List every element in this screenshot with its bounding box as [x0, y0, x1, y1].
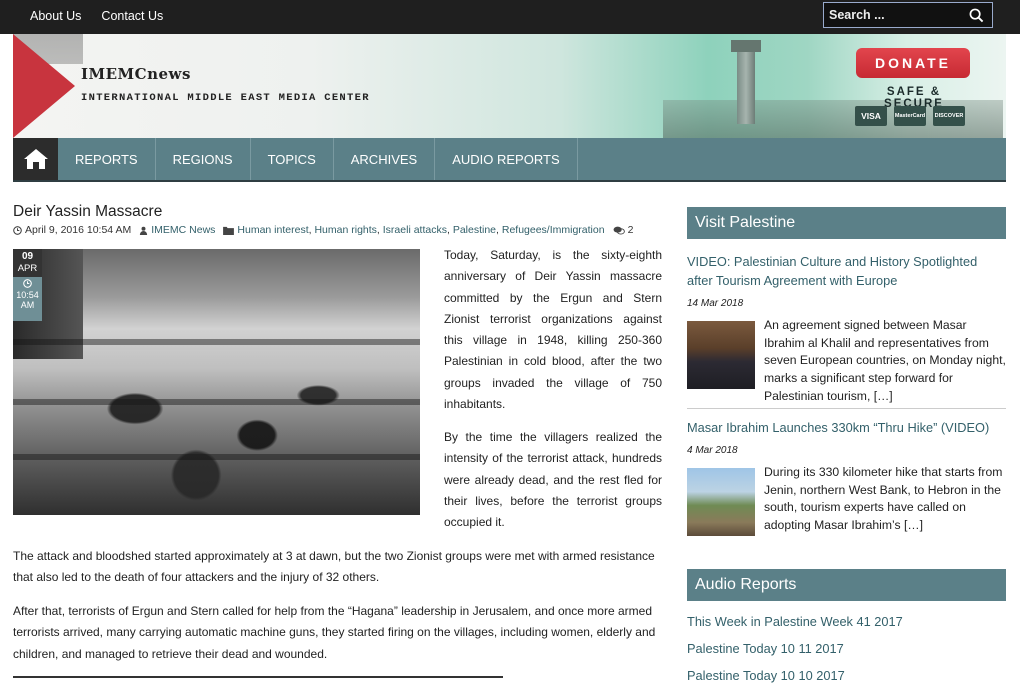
audio-report-link[interactable]: This Week in Palestine Week 41 2017	[687, 614, 903, 629]
category-link[interactable]: Human interest	[237, 224, 308, 236]
sidebar-post-excerpt: During its 330 kilometer hike that start…	[764, 465, 1003, 533]
comments-icon	[613, 226, 625, 235]
sidebar-post-title[interactable]: VIDEO: Palestinian Culture and History S…	[687, 253, 1006, 290]
date-badge: 09 APR 10:54 AM	[13, 249, 42, 321]
watchtower-top-image	[731, 40, 761, 52]
search-input[interactable]	[824, 8, 964, 22]
article-title[interactable]: Deir Yassin Massacre	[13, 203, 162, 221]
nav-regions[interactable]: REGIONS	[156, 138, 251, 180]
sidebar-post-title[interactable]: Masar Ibrahim Launches 330km “Thru Hike”…	[687, 419, 1006, 438]
sidebar-post-thumbnail[interactable]	[687, 468, 755, 536]
sidebar-post-excerpt: An agreement signed between Masar Ibrahi…	[764, 318, 1006, 403]
top-links: About Us Contact Us	[30, 9, 163, 23]
article-paragraph: Today, Saturday, is the sixty-eighth ann…	[444, 248, 662, 412]
clock-icon	[23, 279, 32, 288]
category-link[interactable]: Palestine	[453, 224, 496, 236]
folder-icon	[223, 226, 235, 235]
audio-report-link[interactable]: Palestine Today 10 11 2017	[687, 641, 844, 656]
discover-icon: DISCOVER	[933, 106, 965, 126]
top-bar: About Us Contact Us	[0, 0, 1020, 34]
nav-topics[interactable]: TOPICS	[251, 138, 334, 180]
category-link[interactable]: Israeli attacks	[383, 224, 447, 236]
article-date: April 9, 2016 10:54 AM	[25, 224, 132, 236]
article-paragraph: After that, terrorists of Ergun and Ster…	[13, 604, 656, 661]
photo-detail	[13, 399, 420, 405]
clock-icon	[13, 225, 22, 235]
sidebar-post-thumbnail[interactable]	[687, 321, 755, 389]
divider	[13, 676, 503, 678]
article-meta: April 9, 2016 10:54 AM IMEMC News Human …	[13, 224, 641, 236]
nav-archives[interactable]: ARCHIVES	[334, 138, 436, 180]
search-box	[823, 2, 993, 28]
header-banner: IMEMCnews INTERNATIONAL MIDDLE EAST MEDI…	[13, 34, 1006, 138]
badge-ampm: AM	[20, 300, 35, 310]
audio-reports-heading: Audio Reports	[687, 569, 1006, 601]
meta-author: IMEMC News	[139, 224, 215, 236]
mastercard-icon: MasterCard	[894, 106, 926, 126]
meta-categories: Human interest, Human rights, Israeli at…	[223, 224, 605, 236]
watchtower-image	[737, 44, 755, 124]
nav-audio-reports[interactable]: AUDIO REPORTS	[435, 138, 578, 180]
article-paragraph: The attack and bloodshed started approxi…	[13, 549, 655, 585]
flag-triangle	[13, 34, 75, 138]
divider	[687, 408, 1006, 409]
site-logo-title[interactable]: IMEMCnews	[81, 65, 191, 83]
comment-count: 2	[627, 224, 634, 236]
payment-cards: VISA MasterCard DISCOVER	[855, 106, 965, 126]
site-logo-subtitle: INTERNATIONAL MIDDLE EAST MEDIA CENTER	[81, 92, 370, 104]
sidebar-post-date: 4 Mar 2018	[687, 445, 738, 456]
badge-month: APR	[13, 263, 42, 277]
meta-comments[interactable]: 2	[613, 224, 634, 236]
article-paragraph: By the time the villagers realized the i…	[444, 430, 662, 530]
meta-date: April 9, 2016 10:54 AM	[13, 224, 131, 236]
about-us-link[interactable]: About Us	[30, 9, 81, 23]
visa-icon: VISA	[855, 106, 887, 126]
search-icon[interactable]	[964, 3, 988, 27]
visit-palestine-heading: Visit Palestine	[687, 207, 1006, 239]
category-link[interactable]: Human rights	[314, 224, 376, 236]
home-icon[interactable]	[13, 138, 58, 180]
badge-time-block: 10:54 AM	[13, 277, 42, 321]
user-icon	[140, 226, 148, 235]
photo-detail	[13, 454, 420, 460]
sidebar-post-date: 14 Mar 2018	[687, 298, 744, 309]
category-link[interactable]: Refugees/Immigration	[502, 224, 605, 236]
article-photo	[13, 249, 420, 515]
badge-day: 09	[13, 249, 42, 263]
main-nav: REPORTS REGIONS TOPICS ARCHIVES AUDIO RE…	[13, 138, 1006, 182]
contact-us-link[interactable]: Contact Us	[101, 9, 163, 23]
badge-time: 10:54	[16, 290, 39, 300]
audio-report-link[interactable]: Palestine Today 10 10 2017	[687, 668, 845, 683]
nav-reports[interactable]: REPORTS	[58, 138, 156, 180]
article-author-link[interactable]: IMEMC News	[151, 224, 215, 236]
photo-detail	[13, 339, 420, 345]
donate-button[interactable]: DONATE	[856, 48, 970, 78]
